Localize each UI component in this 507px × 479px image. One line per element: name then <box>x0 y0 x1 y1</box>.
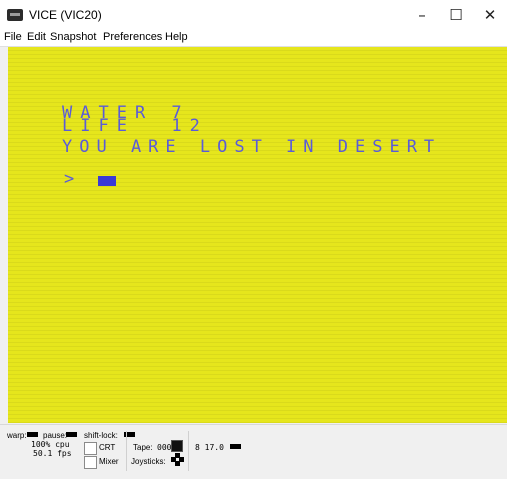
tape-control-icon[interactable] <box>171 440 183 452</box>
pause-indicator[interactable] <box>66 432 77 437</box>
cpu-usage: 100% cpu <box>31 440 70 449</box>
life-line: LIFE 12 <box>62 116 208 136</box>
menu-snapshot[interactable]: Snapshot <box>50 31 96 43</box>
window-title: VICE (VIC20) <box>29 8 102 22</box>
fps-readout: 50.1 fps <box>33 449 72 458</box>
menu-help[interactable]: Help <box>165 31 188 43</box>
divider <box>188 431 189 471</box>
drive-led <box>230 444 241 449</box>
status-bar: warp: pause: shift-lock: 100% cpu 50.1 f… <box>0 424 507 479</box>
tape-label: Tape: <box>133 443 153 452</box>
tape-counter: 000 <box>157 443 172 452</box>
maximize-button[interactable]: ☐ <box>439 0 473 30</box>
pause-label: pause: <box>43 431 68 440</box>
menu-file[interactable]: File <box>4 31 22 43</box>
vice-app-icon <box>7 9 23 21</box>
message-line: YOU ARE LOST IN DESERT <box>62 137 442 157</box>
warp-label: warp: <box>7 431 27 440</box>
menu-preferences[interactable]: Preferences <box>103 31 162 43</box>
minimize-button[interactable]: – <box>405 0 439 30</box>
mixer-label: Mixer <box>99 457 119 466</box>
text-cursor <box>98 176 116 186</box>
joystick-icon[interactable] <box>171 453 184 466</box>
divider <box>126 431 127 471</box>
mixer-checkbox[interactable] <box>84 456 97 469</box>
crt-checkbox[interactable] <box>84 442 97 455</box>
title-bar: VICE (VIC20) – ☐ ✕ <box>0 0 507 30</box>
crt-label: CRT <box>99 443 116 452</box>
menu-bar: File Edit Snapshot Preferences Help <box>0 30 507 47</box>
close-button[interactable]: ✕ <box>473 0 507 30</box>
emulator-screen[interactable]: WATER 7 LIFE 12 YOU ARE LOST IN DESERT > <box>8 47 507 423</box>
input-prompt: > <box>64 169 83 189</box>
drive-status: 8 17.0 <box>195 443 224 452</box>
warp-indicator[interactable] <box>27 432 38 437</box>
menu-edit[interactable]: Edit <box>27 31 46 43</box>
shift-lock-label: shift-lock: <box>84 431 118 440</box>
joysticks-label: Joysticks: <box>131 457 166 466</box>
